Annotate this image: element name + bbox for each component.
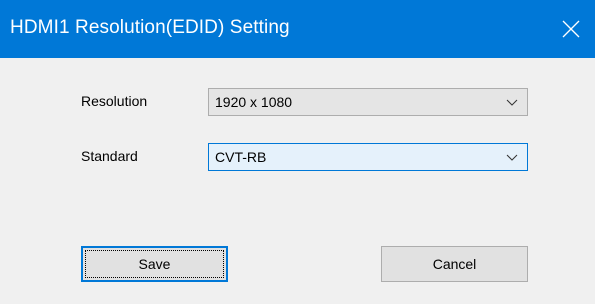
- chevron-down-icon: [506, 99, 518, 106]
- title-bar[interactable]: HDMI1 Resolution(EDID) Setting: [0, 0, 595, 58]
- edid-setting-dialog: HDMI1 Resolution(EDID) Setting Resolutio…: [0, 0, 595, 304]
- resolution-value: 1920 x 1080: [215, 94, 293, 110]
- save-button[interactable]: Save: [81, 246, 228, 282]
- resolution-select[interactable]: 1920 x 1080: [208, 88, 528, 116]
- cancel-button-label: Cancel: [432, 256, 477, 272]
- standard-value: CVT-RB: [215, 149, 267, 165]
- standard-select[interactable]: CVT-RB: [208, 143, 528, 171]
- close-icon: [562, 20, 580, 38]
- window-title: HDMI1 Resolution(EDID) Setting: [10, 17, 290, 38]
- cancel-button[interactable]: Cancel: [381, 246, 528, 282]
- save-button-label: Save: [138, 256, 171, 272]
- close-button[interactable]: [549, 0, 595, 58]
- resolution-label: Resolution: [81, 93, 148, 109]
- standard-label: Standard: [81, 148, 138, 164]
- chevron-down-icon: [506, 154, 518, 161]
